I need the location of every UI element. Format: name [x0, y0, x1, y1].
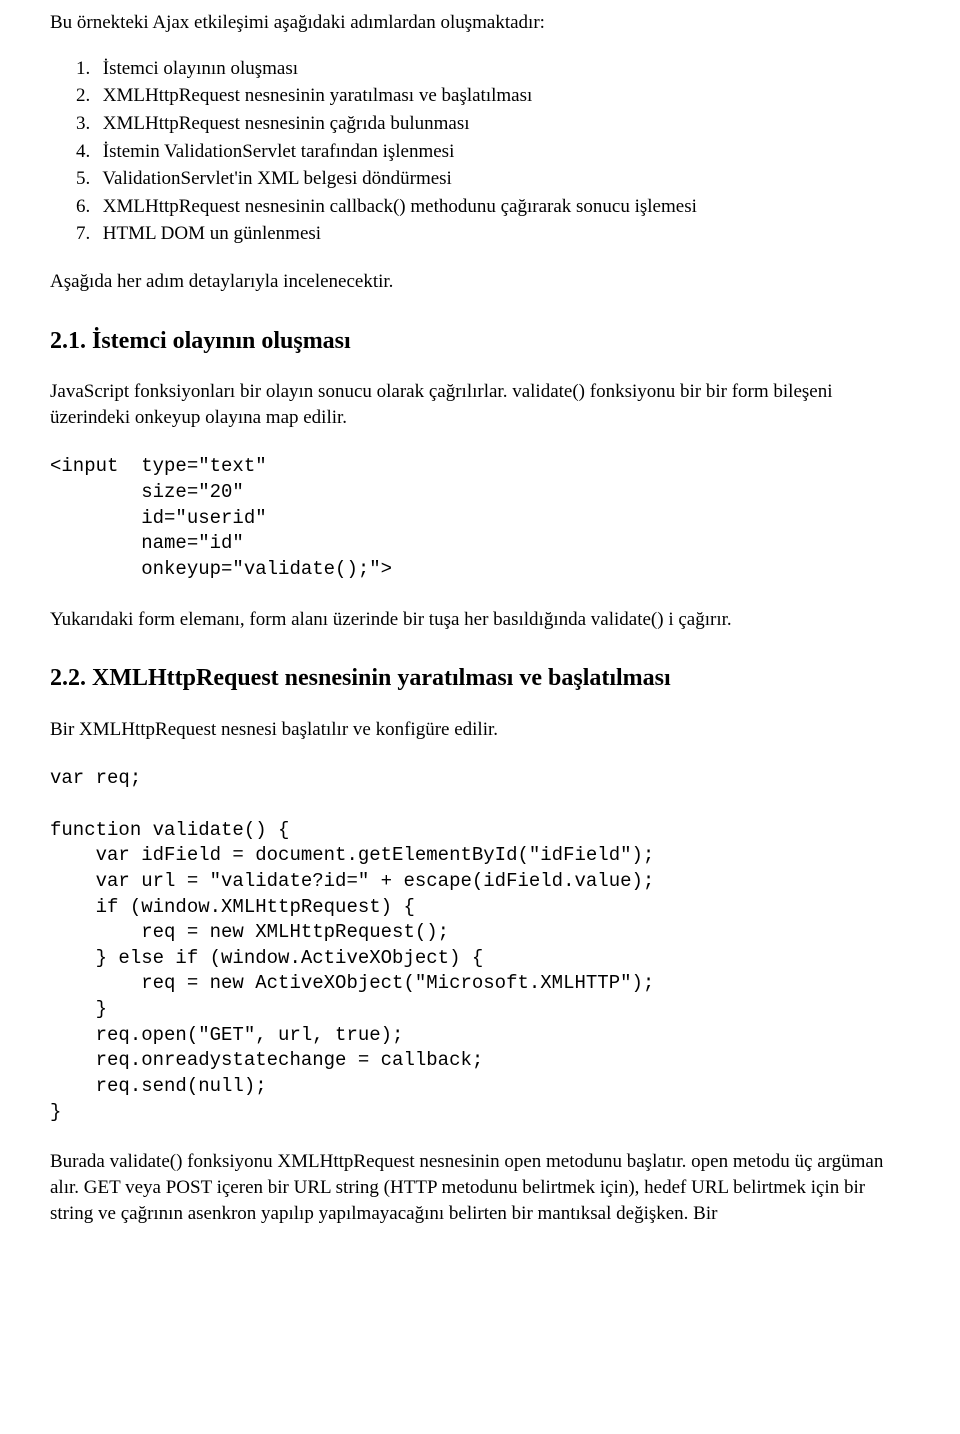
list-item: 1. İstemci olayının oluşması [76, 56, 910, 82]
list-text: XMLHttpRequest nesnesinin çağrıda bulunm… [103, 113, 470, 134]
list-text: İstemci olayının oluşması [103, 58, 298, 79]
section-2-1-heading: 2.1. İstemci olayının oluşması [50, 325, 910, 357]
list-item: 7. HTML DOM un günlenmesi [76, 221, 910, 247]
code-block-validate: var req; function validate() { var idFie… [50, 766, 910, 1125]
list-text: ValidationServlet'in XML belgesi döndürm… [102, 168, 451, 189]
list-item: 6. XMLHttpRequest nesnesinin callback() … [76, 194, 910, 220]
section-2-2-after: Burada validate() fonksiyonu XMLHttpRequ… [50, 1149, 910, 1226]
list-number: 3. [76, 111, 98, 137]
section-2-1-paragraph: JavaScript fonksiyonları bir olayın sonu… [50, 379, 910, 430]
list-item: 3. XMLHttpRequest nesnesinin çağrıda bul… [76, 111, 910, 137]
list-number: 5. [76, 166, 98, 192]
list-text: XMLHttpRequest nesnesinin yaratılması ve… [103, 85, 533, 106]
list-number: 6. [76, 194, 98, 220]
list-number: 4. [76, 139, 98, 165]
section-2-1-after: Yukarıdaki form elemanı, form alanı üzer… [50, 607, 910, 633]
section-2-2-heading: 2.2. XMLHttpRequest nesnesinin yaratılma… [50, 662, 910, 694]
list-item: 4. İstemin ValidationServlet tarafından … [76, 139, 910, 165]
list-text: HTML DOM un günlenmesi [103, 223, 321, 244]
list-text: İstemin ValidationServlet tarafından işl… [103, 141, 455, 162]
intro-paragraph: Bu örnekteki Ajax etkileşimi aşağıdaki a… [50, 10, 910, 36]
list-item: 5. ValidationServlet'in XML belgesi dönd… [76, 166, 910, 192]
list-number: 7. [76, 221, 98, 247]
list-number: 1. [76, 56, 98, 82]
list-text: XMLHttpRequest nesnesinin callback() met… [103, 196, 697, 217]
list-number: 2. [76, 83, 98, 109]
after-steps-paragraph: Aşağıda her adım detaylarıyla incelenece… [50, 269, 910, 295]
code-block-input: <input type="text" size="20" id="userid"… [50, 454, 910, 582]
section-2-2-paragraph: Bir XMLHttpRequest nesnesi başlatılır ve… [50, 717, 910, 743]
list-item: 2. XMLHttpRequest nesnesinin yaratılması… [76, 83, 910, 109]
steps-list: 1. İstemci olayının oluşması 2. XMLHttpR… [50, 56, 910, 247]
